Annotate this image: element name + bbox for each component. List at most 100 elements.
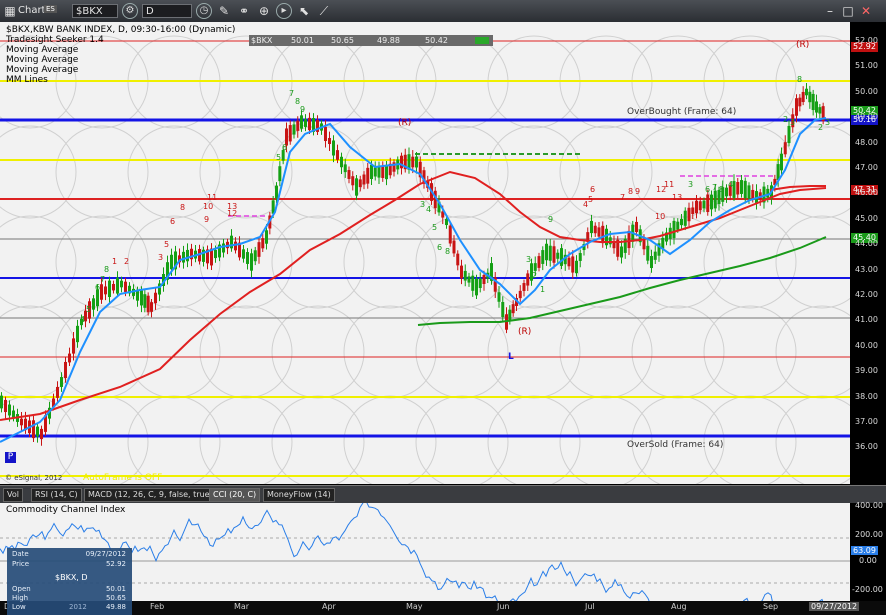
sequence-count-label: 6: [705, 185, 710, 194]
candle-body: [246, 252, 249, 264]
candle-body: [400, 155, 403, 169]
candle-body: [12, 410, 15, 418]
sequence-count-label: 3: [526, 255, 531, 264]
candle-body: [234, 241, 237, 251]
candle-body: [736, 181, 740, 195]
quote-low: 49.88: [377, 36, 400, 45]
candle-body: [308, 117, 311, 131]
candle-body: [222, 243, 225, 253]
sequence-count-label: 2: [124, 257, 129, 266]
price-axis-label: 50.00: [855, 86, 878, 96]
background-circle: [487, 125, 581, 219]
price-axis-label: 37.00: [855, 417, 878, 426]
candle-body: [0, 395, 3, 409]
time-axis-end-date: 09/27/2012: [809, 602, 860, 611]
cci-axis-label: 400.00: [855, 501, 883, 510]
candle-body: [76, 325, 79, 343]
candle-body: [64, 361, 67, 379]
draw-tool-icon[interactable]: ⟋: [316, 3, 332, 19]
candle-body: [20, 418, 23, 426]
candle-body: [533, 263, 537, 271]
interval-clock-icon[interactable]: ◷: [196, 3, 212, 19]
candle-body: [548, 245, 552, 261]
candle-body: [650, 255, 653, 269]
candle-body: [448, 225, 452, 244]
candle-body: [601, 225, 605, 244]
maximize-icon[interactable]: □: [840, 3, 856, 19]
databox-price-label: Price: [12, 560, 30, 568]
sequence-count-label: 3: [825, 118, 830, 127]
close-icon[interactable]: ✕: [858, 3, 874, 19]
candle-body: [296, 120, 300, 131]
candle-body: [140, 290, 143, 306]
price-axis-label: 36.00: [855, 442, 878, 452]
candle-body: [347, 170, 351, 179]
price-axis-label: 52.00: [855, 36, 878, 45]
candle-body: [691, 207, 695, 215]
sequence-count-label: 4: [728, 180, 733, 189]
time-axis[interactable]: [0, 601, 886, 615]
cci-value-tag: 63.09: [851, 546, 878, 555]
sequence-count-label: 5: [276, 153, 281, 162]
title-bar: ▦ Chart ES $BKX ⚙ D ◷ ✎ ⚭ ⊕ ▸ ⬉ ⟋ – □ ✕: [0, 0, 886, 23]
databox-date: 09/27/2012: [85, 550, 126, 558]
candle-body: [214, 249, 217, 259]
price-chart[interactable]: 6 7 8 1 2 4 5 3 5 6 8 9 10 11 13 12 5 6 7 8 9 3 4 5 6 8 3 2 1 9 4 6 5 7 8 9…: [0, 22, 850, 484]
background-circle: [0, 215, 77, 309]
candle-body: [478, 278, 482, 289]
time-axis-label: Sep: [763, 602, 779, 611]
crosshair-icon[interactable]: ⊕: [256, 3, 272, 19]
sequence-count-label: 5: [86, 305, 91, 314]
candle-body: [620, 246, 623, 258]
price-axis-label: 45.00: [855, 213, 878, 223]
candle-body: [597, 227, 601, 237]
quote-change-indicator: [475, 37, 489, 44]
tab-rsi[interactable]: RSI (14, C): [31, 488, 82, 502]
candle-body: [100, 284, 103, 300]
candle-body: [653, 251, 657, 260]
symbol-input[interactable]: $BKX: [72, 4, 118, 18]
pencil-icon[interactable]: ✎: [216, 3, 232, 19]
sequence-count-label: 7: [712, 183, 717, 192]
cci-axis-label: -200.00: [852, 585, 883, 594]
candle-body: [815, 101, 818, 113]
candle-body: [124, 281, 127, 292]
interval-input[interactable]: D: [142, 4, 192, 18]
candle-body: [242, 249, 245, 259]
candle-body: [355, 178, 358, 196]
window-badge: ES: [44, 5, 57, 13]
sequence-count-label: 6: [170, 217, 175, 226]
minimize-icon[interactable]: –: [822, 3, 838, 19]
candle-body: [257, 242, 261, 257]
cursor-icon[interactable]: ⬉: [296, 3, 312, 19]
sequence-count-label: 12: [227, 209, 237, 218]
candle-body: [798, 97, 802, 107]
cci-axis-label: 0.00: [859, 556, 877, 565]
sequence-count-label: 8: [719, 185, 724, 194]
background-circle: [415, 305, 509, 399]
sequence-count-label: 8: [445, 247, 450, 256]
symbol-settings-icon[interactable]: ⚙: [122, 3, 138, 19]
tab-cci[interactable]: CCI (20, C): [209, 488, 261, 502]
sequence-count-label: 10: [203, 202, 213, 211]
candle-body: [680, 218, 683, 226]
tab-moneyflow[interactable]: MoneyFlow (14): [263, 488, 335, 502]
link-icon[interactable]: ⚭: [236, 3, 252, 19]
candle-body: [170, 254, 173, 270]
tab-vol[interactable]: Vol: [3, 488, 23, 502]
candle-body: [560, 248, 563, 266]
candle-body: [545, 243, 548, 261]
sequence-count-label: 11: [664, 180, 674, 189]
tab-macd[interactable]: MACD (12, 26, C, 9, false, true): [84, 488, 217, 502]
legend-ma-2: Moving Average: [6, 55, 79, 65]
sequence-count-label: 8: [180, 203, 185, 212]
time-axis-label: Aug: [671, 602, 687, 611]
candle-body: [687, 207, 691, 222]
cci-axis: 400.00 200.00 0.00 -200.00 63.09: [850, 501, 886, 601]
candle-body: [381, 166, 385, 178]
background-circle: [343, 215, 437, 309]
price-axis-label: 51.00: [855, 61, 878, 71]
candle-body: [300, 115, 303, 129]
candle-body: [351, 176, 355, 186]
play-icon[interactable]: ▸: [276, 3, 292, 19]
